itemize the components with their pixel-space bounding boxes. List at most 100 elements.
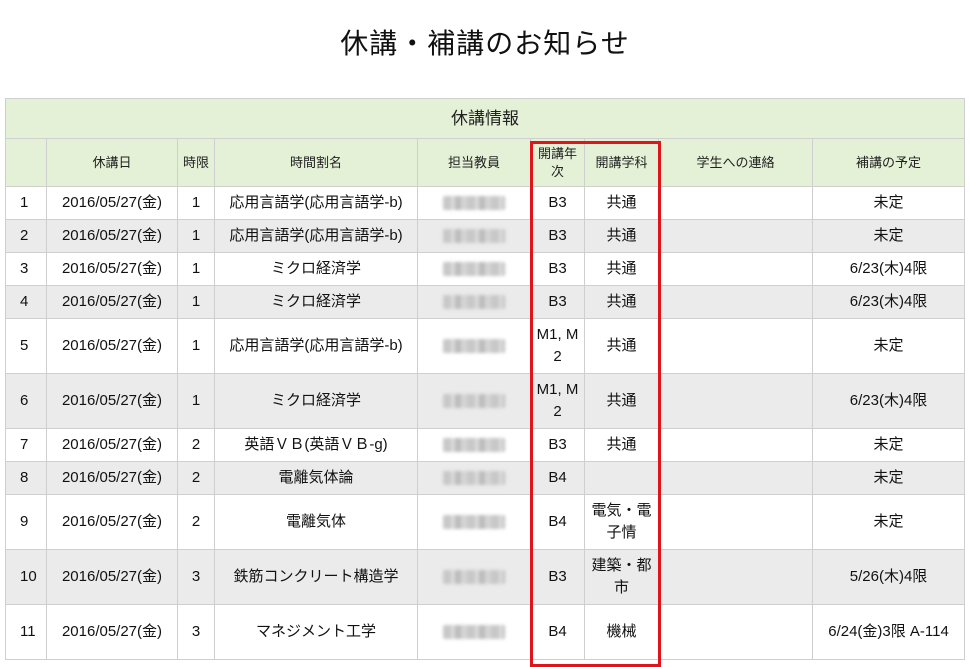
teacher-name	[417, 428, 531, 462]
table-row: 2 2016/05/27(金) 1 応用言語学(応用言語学-b) B3 共通 未定	[5, 219, 966, 253]
department: 共通	[584, 219, 659, 253]
student-contact	[658, 285, 813, 319]
department: 共通	[584, 428, 659, 462]
makeup-schedule: 6/23(木)4限	[811, 285, 966, 319]
course-name: 応用言語学(応用言語学-b)	[214, 186, 418, 220]
cancel-date: 2016/05/27(金)	[46, 252, 178, 286]
table-row: 9 2016/05/27(金) 2 電離気体 B4 電気・電子情 未定	[5, 494, 966, 550]
course-year: B4	[530, 604, 585, 660]
table-row: 6 2016/05/27(金) 1 ミクロ経済学 M1, M2 共通 6/23(木)4限	[5, 373, 966, 429]
makeup-schedule: 未定	[811, 219, 966, 253]
period: 1	[177, 219, 215, 253]
col-header-year: 開講年次	[530, 138, 585, 187]
row-number: 11	[5, 604, 47, 660]
col-header-period: 時限	[177, 138, 215, 187]
period: 3	[177, 604, 215, 660]
cancel-date: 2016/05/27(金)	[46, 186, 178, 220]
redacted-name	[443, 515, 505, 530]
cancel-date: 2016/05/27(金)	[46, 604, 178, 660]
teacher-name	[417, 373, 531, 429]
department: 共通	[584, 186, 659, 220]
course-name: ミクロ経済学	[214, 373, 418, 429]
col-header-course: 時間割名	[214, 138, 418, 187]
makeup-schedule: 未定	[811, 186, 966, 220]
redacted-name	[443, 438, 505, 453]
student-contact	[658, 604, 813, 660]
course-year: B4	[530, 494, 585, 550]
redacted-name	[443, 262, 505, 277]
table-row: 10 2016/05/27(金) 3 鉄筋コンクリート構造学 B3 建築・都市 5/26(木…	[5, 549, 966, 605]
cancel-date: 2016/05/27(金)	[46, 373, 178, 429]
student-contact	[658, 219, 813, 253]
table-row: 7 2016/05/27(金) 2 英語ＶＢ(英語ＶＢ-g) B3 共通 未定	[5, 428, 966, 462]
cancel-date: 2016/05/27(金)	[46, 549, 178, 605]
student-contact	[658, 186, 813, 220]
course-name: マネジメント工学	[214, 604, 418, 660]
makeup-schedule: 未定	[811, 428, 966, 462]
col-header-makeup: 補講の予定	[811, 138, 966, 187]
makeup-schedule: 未定	[811, 494, 966, 550]
course-name: ミクロ経済学	[214, 252, 418, 286]
row-number: 9	[5, 494, 47, 550]
row-number: 3	[5, 252, 47, 286]
notice-table-wrap: 休講情報 休講日 時限 時間割名 担当教員 開講年次 開講学科 学生への連絡 補…	[4, 98, 966, 660]
period: 1	[177, 373, 215, 429]
course-name: 電離気体	[214, 494, 418, 550]
course-year: M1, M2	[530, 373, 585, 429]
redacted-name	[443, 570, 505, 585]
period: 1	[177, 285, 215, 319]
col-header-dept: 開講学科	[584, 138, 659, 187]
department: 共通	[584, 285, 659, 319]
header-row: 休講日 時限 時間割名 担当教員 開講年次 開講学科 学生への連絡 補講の予定	[5, 138, 966, 187]
course-year: B3	[530, 549, 585, 605]
course-year: B3	[530, 285, 585, 319]
table-row: 3 2016/05/27(金) 1 ミクロ経済学 B3 共通 6/23(木)4限	[5, 252, 966, 286]
teacher-name	[417, 494, 531, 550]
col-header-date: 休講日	[46, 138, 178, 187]
course-year: B3	[530, 428, 585, 462]
makeup-schedule: 6/24(金)3限 A-114	[811, 604, 966, 660]
teacher-name	[417, 186, 531, 220]
makeup-schedule: 6/23(木)4限	[811, 373, 966, 429]
redacted-name	[443, 625, 505, 640]
teacher-name	[417, 549, 531, 605]
makeup-schedule: 未定	[811, 318, 966, 374]
course-name: 英語ＶＢ(英語ＶＢ-g)	[214, 428, 418, 462]
table-row: 5 2016/05/27(金) 1 応用言語学(応用言語学-b) M1, M2 共通 未定	[5, 318, 966, 374]
student-contact	[658, 252, 813, 286]
redacted-name	[443, 394, 505, 409]
cancel-date: 2016/05/27(金)	[46, 461, 178, 495]
student-contact	[658, 318, 813, 374]
course-name: 応用言語学(応用言語学-b)	[214, 219, 418, 253]
course-year: M1, M2	[530, 318, 585, 374]
cancellation-table: 休講情報 休講日 時限 時間割名 担当教員 開講年次 開講学科 学生への連絡 補…	[4, 98, 966, 660]
course-name: 応用言語学(応用言語学-b)	[214, 318, 418, 374]
department: 電気・電子情	[584, 494, 659, 550]
department: 共通	[584, 373, 659, 429]
course-year: B4	[530, 461, 585, 495]
student-contact	[658, 494, 813, 550]
period: 1	[177, 186, 215, 220]
cancel-date: 2016/05/27(金)	[46, 219, 178, 253]
department: 建築・都市	[584, 549, 659, 605]
department: 機械	[584, 604, 659, 660]
period: 1	[177, 252, 215, 286]
course-year: B3	[530, 252, 585, 286]
makeup-schedule: 未定	[811, 461, 966, 495]
row-number: 2	[5, 219, 47, 253]
makeup-schedule: 6/23(木)4限	[811, 252, 966, 286]
col-header-no	[5, 138, 47, 187]
period: 2	[177, 494, 215, 550]
teacher-name	[417, 604, 531, 660]
department: 共通	[584, 252, 659, 286]
course-name: 電離気体論	[214, 461, 418, 495]
row-number: 7	[5, 428, 47, 462]
course-name: ミクロ経済学	[214, 285, 418, 319]
student-contact	[658, 549, 813, 605]
row-number: 1	[5, 186, 47, 220]
row-number: 8	[5, 461, 47, 495]
teacher-name	[417, 252, 531, 286]
course-year: B3	[530, 219, 585, 253]
row-number: 10	[5, 549, 47, 605]
department	[584, 461, 659, 495]
